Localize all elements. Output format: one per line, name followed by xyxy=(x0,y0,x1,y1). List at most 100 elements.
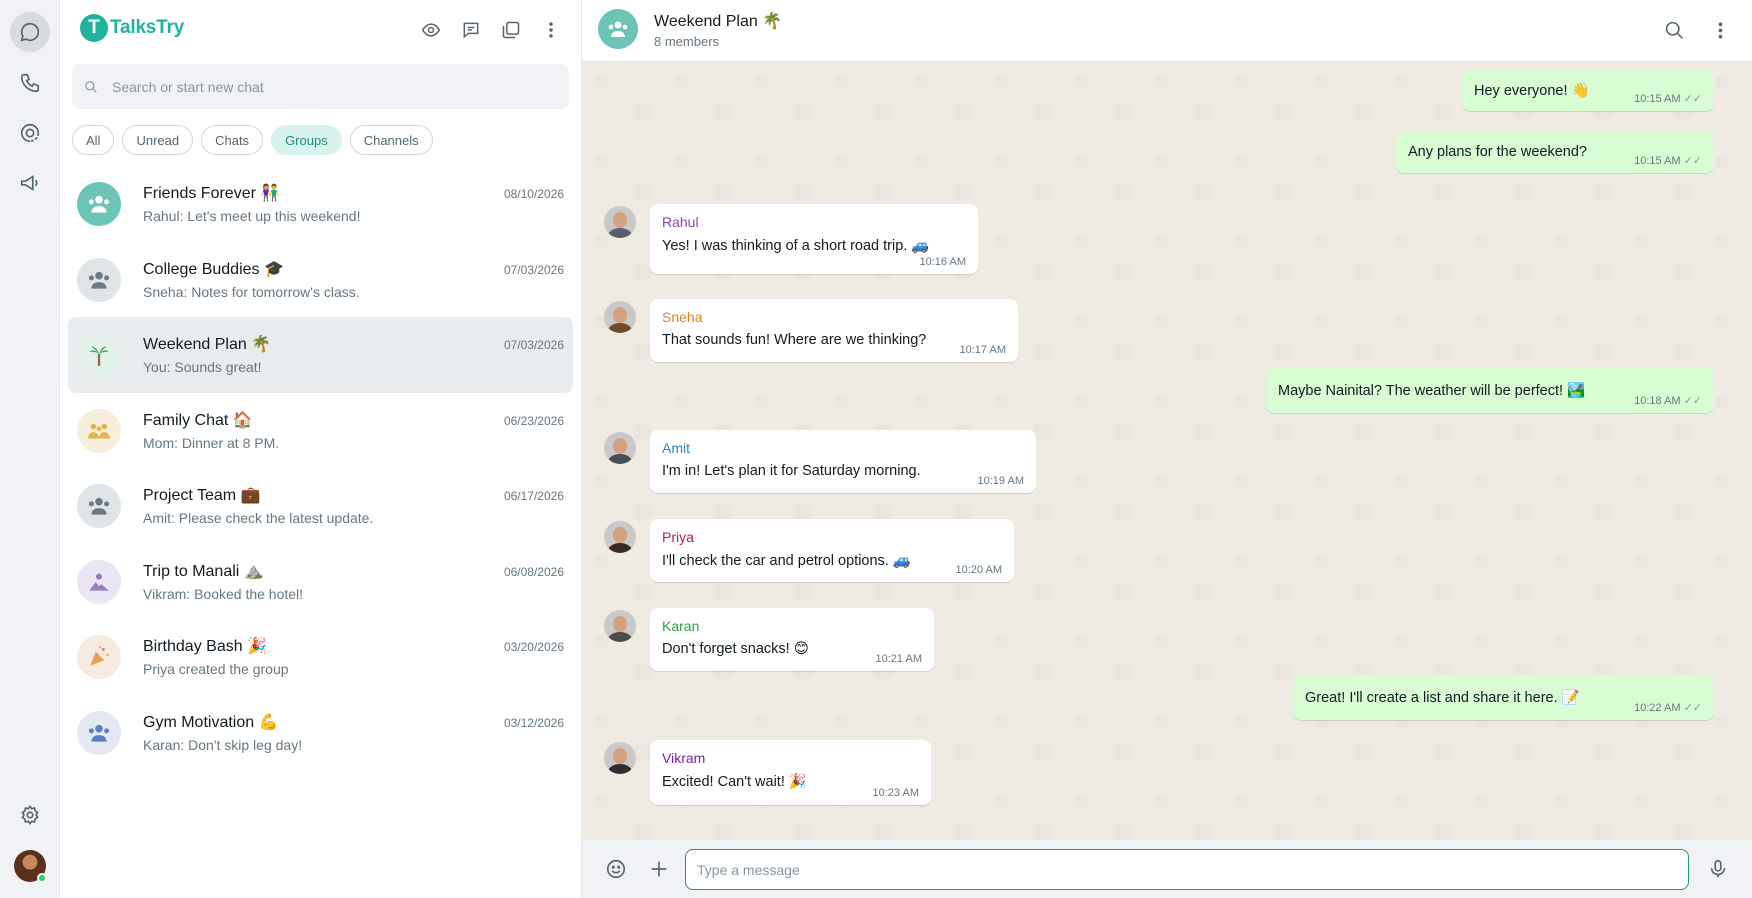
message-text: Excited! Can't wait! 🎉 xyxy=(662,774,807,790)
nav-rail xyxy=(0,0,60,898)
incoming-message: Vikram Excited! Can't wait! 🎉 10:23 AM xyxy=(650,740,931,805)
settings-nav-button[interactable] xyxy=(10,795,50,835)
chat-list-item[interactable]: Trip to Manali ⛰️ Vikram: Booked the hote… xyxy=(68,544,573,620)
chat-avatar xyxy=(77,559,121,604)
voice-button[interactable] xyxy=(1704,855,1732,883)
sender-avatar[interactable] xyxy=(604,432,636,464)
sender-avatar-face xyxy=(613,438,627,454)
sender-avatar-face xyxy=(613,748,627,764)
communities-button[interactable] xyxy=(497,16,525,44)
chat-date: 08/10/2026 xyxy=(503,187,564,201)
sidebar-menu-button[interactable] xyxy=(537,16,565,44)
message-timestamp: 10:15 AM xyxy=(1634,93,1681,105)
message-sender: Karan xyxy=(662,618,700,634)
group-icon xyxy=(88,497,110,515)
sender-avatar[interactable] xyxy=(604,301,636,333)
chat-preview: Karan: Don't skip leg day! xyxy=(143,736,303,753)
chat-list-item[interactable]: Friends Forever 👫 Rahul: Let's meet up th… xyxy=(68,166,573,242)
status-nav-button[interactable] xyxy=(10,113,50,153)
sender-avatar-body xyxy=(608,632,632,642)
chat-preview: Rahul: Let's meet up this weekend! xyxy=(143,208,361,224)
incoming-message: Amit I'm in! Let's plan it for Saturday m… xyxy=(650,430,1036,493)
chat-preview: Priya created the group xyxy=(143,661,289,677)
more-vertical-icon xyxy=(1718,22,1722,38)
chat-name: Gym Motivation 💪 xyxy=(143,713,279,731)
family-icon xyxy=(88,423,110,439)
message-time: 10:22 AM ✓✓ xyxy=(1634,701,1702,714)
filter-chip-channels[interactable]: Channels xyxy=(349,125,433,155)
status-icon xyxy=(20,123,40,143)
message-text: Great! I'll create a list and share it h… xyxy=(1305,690,1580,706)
message-timestamp: 10:16 AM xyxy=(919,256,966,268)
sender-avatar-face xyxy=(613,307,627,323)
chat-date: 06/23/2026 xyxy=(503,413,564,428)
attach-button[interactable] xyxy=(645,855,673,883)
chat-name: Birthday Bash 🎉 xyxy=(143,638,267,655)
sender-avatar[interactable] xyxy=(604,521,636,553)
chat-name: Friends Forever 👫 xyxy=(143,185,281,202)
group-icon xyxy=(608,21,628,37)
chat-list-item[interactable]: Family Chat 🏠 Mom: Dinner at 8 PM. 06/23/2… xyxy=(68,393,573,469)
calls-nav-button[interactable] xyxy=(10,63,50,103)
chat-list-item[interactable]: College Buddies 🎓 Sneha: Notes for tomorr… xyxy=(68,242,573,318)
message-time: 10:15 AM ✓✓ xyxy=(1634,154,1702,167)
incoming-message: Priya I'll check the car and petrol optio… xyxy=(650,519,1014,582)
chat-preview: Sneha: Notes for tomorrow's class. xyxy=(143,283,360,300)
chat-name: Family Chat 🏠 xyxy=(143,411,253,429)
conversation-header[interactable]: Weekend Plan 🌴 8 members xyxy=(582,0,1752,62)
chat-preview: Amit: Please check the latest update. xyxy=(143,510,374,526)
profile-avatar[interactable] xyxy=(14,850,47,883)
new-chat-button[interactable] xyxy=(457,16,485,44)
conversation-menu-button[interactable] xyxy=(1706,16,1734,44)
message-text: Yes! I was thinking of a short road trip… xyxy=(662,238,930,254)
incoming-message: Karan Don't forget snacks! 😊 10:21 AM xyxy=(650,608,934,671)
outgoing-message: Any plans for the weekend? 10:15 AM ✓✓ xyxy=(1396,132,1714,173)
search-input[interactable] xyxy=(112,78,542,95)
message-list[interactable]: Hey everyone! 👋 10:15 AM ✓✓ Any plans for t… xyxy=(582,62,1752,840)
sender-avatar-face xyxy=(613,616,627,632)
microphone-icon xyxy=(1710,859,1726,878)
chats-nav-button[interactable] xyxy=(10,12,50,52)
sender-avatar-face xyxy=(613,212,627,228)
message-text: I'm in! Let's plan it for Saturday morni… xyxy=(662,463,921,479)
sidebar-toolbar xyxy=(417,16,565,44)
party-icon xyxy=(90,646,109,666)
message-sender: Rahul xyxy=(662,214,699,230)
filter-chips: All Unread Chats Groups Channels xyxy=(72,125,433,155)
palm-tree-icon xyxy=(89,346,109,366)
group-icon xyxy=(88,271,110,289)
filter-chip-groups[interactable]: Groups xyxy=(271,125,342,155)
chat-list-item[interactable]: Birthday Bash 🎉 Priya created the group 03… xyxy=(68,619,573,695)
chat-avatar xyxy=(77,710,121,755)
app-name: TalksTry xyxy=(110,17,185,38)
sender-avatar[interactable] xyxy=(604,206,636,238)
filter-chip-unread[interactable]: Unread xyxy=(122,125,194,155)
sender-avatar-body xyxy=(608,323,632,333)
message-input[interactable] xyxy=(685,849,1689,890)
sender-avatar-body xyxy=(608,764,632,774)
phone-icon xyxy=(20,73,40,93)
message-text: Don't forget snacks! 😊 xyxy=(662,641,809,657)
sender-avatar[interactable] xyxy=(604,742,636,774)
chat-list-item[interactable]: Weekend Plan 🌴 You: Sounds great! 07/03/20… xyxy=(68,317,573,393)
read-receipt-icon: ✓✓ xyxy=(1683,702,1702,714)
search-messages-button[interactable] xyxy=(1660,16,1688,44)
outgoing-message: Hey everyone! 👋 10:15 AM ✓✓ xyxy=(1462,70,1714,111)
group-avatar[interactable] xyxy=(598,9,638,49)
channels-nav-button[interactable] xyxy=(10,163,50,203)
conversation-panel: Weekend Plan 🌴 8 members Hey everyone! 👋… xyxy=(582,0,1752,898)
chat-list-item[interactable]: Project Team 💼 Amit: Please check the lat… xyxy=(68,468,573,544)
search-icon xyxy=(85,80,97,93)
emoji-button[interactable] xyxy=(602,855,630,883)
conversation-title: Weekend Plan 🌴 xyxy=(654,13,783,30)
chat-name: Trip to Manali ⛰️ xyxy=(143,562,264,580)
chat-list-item[interactable]: Gym Motivation 💪 Karan: Don't skip leg da… xyxy=(68,695,573,771)
more-vertical-icon xyxy=(549,22,553,38)
search-icon xyxy=(1665,21,1683,39)
sender-avatar[interactable] xyxy=(604,610,636,642)
view-button[interactable] xyxy=(417,16,445,44)
search-bar xyxy=(72,64,569,109)
message-text: I'll check the car and petrol options. 🚙 xyxy=(662,553,911,569)
filter-chip-chats[interactable]: Chats xyxy=(201,125,264,155)
filter-chip-all[interactable]: All xyxy=(72,125,115,155)
